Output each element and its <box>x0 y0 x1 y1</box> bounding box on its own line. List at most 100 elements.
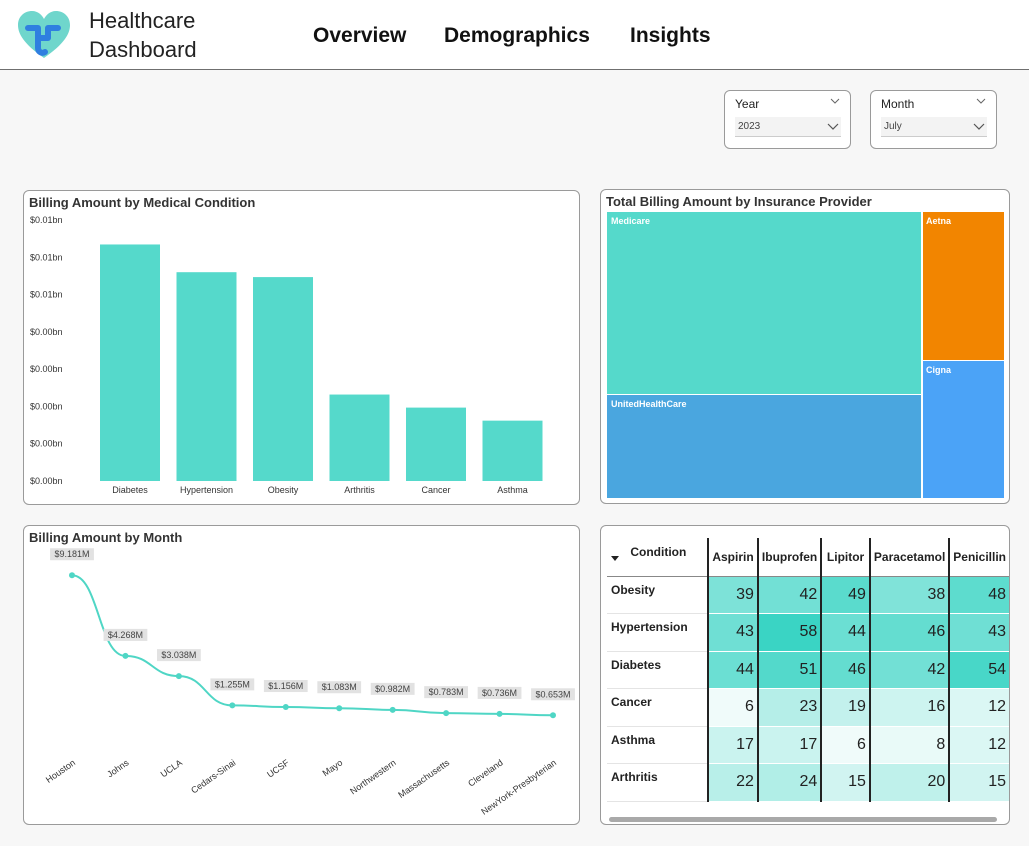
data-label: $3.038M <box>161 650 196 660</box>
tab-insights[interactable]: Insights <box>630 24 711 48</box>
heart-logo-icon <box>18 11 70 58</box>
bar-asthma[interactable] <box>482 420 543 481</box>
x-tick-label: Cleveland <box>466 757 505 788</box>
x-tick-label: Cedars-Sinai <box>189 757 237 795</box>
y-tick-label: $0.00bn <box>30 439 63 449</box>
y-tick-label: $0.00bn <box>30 327 63 337</box>
treemap-aetna[interactable]: Aetna <box>923 212 1004 360</box>
line-point[interactable] <box>69 572 75 579</box>
line-point[interactable] <box>496 710 503 717</box>
matrix-column-header[interactable]: Paracetamol <box>868 538 950 577</box>
matrix-row-label: Asthma <box>607 726 709 764</box>
data-label: $1.156M <box>268 681 303 691</box>
x-tick-label: Asthma <box>497 485 528 495</box>
line-point[interactable] <box>550 712 556 719</box>
matrix-cell[interactable]: 43 <box>707 613 758 652</box>
chevron-down-icon[interactable] <box>830 96 840 106</box>
matrix-cell[interactable]: 46 <box>820 651 870 689</box>
matrix-cell[interactable]: 58 <box>756 613 822 652</box>
matrix-column-header[interactable]: Penicillin <box>948 538 1009 577</box>
line-point[interactable] <box>282 704 289 711</box>
bar-arthritis[interactable] <box>329 394 390 481</box>
matrix-cell[interactable]: 44 <box>820 613 870 652</box>
chevron-down-icon[interactable] <box>973 120 985 132</box>
month-slicer-label: Month <box>881 97 915 111</box>
sort-arrow-icon[interactable] <box>611 548 619 565</box>
line-point[interactable] <box>175 673 182 680</box>
horizontal-scrollbar[interactable] <box>609 817 997 822</box>
matrix-row: Asthma 17 17 6 8 12 <box>607 726 1009 764</box>
chevron-down-icon[interactable] <box>976 96 986 106</box>
matrix-cell[interactable]: 6 <box>820 726 870 764</box>
matrix-column-header[interactable]: Ibuprofen <box>756 538 822 577</box>
line-point[interactable] <box>122 652 129 659</box>
matrix-cell[interactable]: 39 <box>707 576 758 614</box>
matrix-cell[interactable]: 19 <box>820 688 870 727</box>
bar-cancer[interactable] <box>406 407 466 481</box>
data-label: $0.736M <box>482 688 517 698</box>
matrix-cell[interactable]: 17 <box>756 726 822 764</box>
treemap-medicare[interactable]: Medicare <box>607 212 921 394</box>
matrix-cell[interactable]: 23 <box>756 688 822 727</box>
chevron-down-icon[interactable] <box>827 120 839 132</box>
matrix-cell[interactable]: 15 <box>820 763 870 802</box>
matrix-row-label: Arthritis <box>607 763 709 802</box>
x-tick-label: Cancer <box>421 485 450 495</box>
matrix-row-header[interactable]: Condition <box>607 538 709 577</box>
x-tick-label: Houston <box>44 757 77 784</box>
tab-overview[interactable]: Overview <box>313 24 406 48</box>
matrix-cell[interactable]: 46 <box>868 613 950 652</box>
matrix-cell[interactable]: 38 <box>868 576 950 614</box>
matrix-cell[interactable]: 48 <box>948 576 1009 614</box>
data-label: $0.982M <box>375 684 410 694</box>
matrix-row-label: Cancer <box>607 688 709 727</box>
line-point[interactable] <box>443 710 450 717</box>
app-title-line1: Healthcare <box>89 8 196 33</box>
matrix-cell[interactable]: 49 <box>820 576 870 614</box>
matrix-cell[interactable]: 8 <box>868 726 950 764</box>
matrix-cell[interactable]: 51 <box>756 651 822 689</box>
matrix-column-header[interactable]: Lipitor <box>820 538 870 577</box>
bar-obesity[interactable] <box>253 277 313 481</box>
treemap-cigna[interactable]: Cigna <box>923 361 1004 498</box>
matrix-cell[interactable]: 44 <box>707 651 758 689</box>
matrix-cell[interactable]: 43 <box>948 613 1009 652</box>
bar-diabetes[interactable] <box>100 244 160 481</box>
matrix-cell[interactable]: 20 <box>868 763 950 802</box>
billing-by-condition-chart: $0.01bn $0.01bn $0.01bn $0.00bn $0.00bn $0.00… <box>30 215 543 495</box>
matrix-cell[interactable]: 12 <box>948 688 1009 727</box>
year-dropdown[interactable]: 2023 <box>735 117 841 137</box>
matrix-cell[interactable]: 54 <box>948 651 1009 689</box>
month-slicer[interactable]: Month July <box>870 90 997 149</box>
billing-by-month-chart: $9.181M Houston $4.268M Johns $3.038M UCLA $1.… <box>44 548 575 817</box>
treemap-unitedhealthcare[interactable]: UnitedHealthCare <box>607 395 921 498</box>
matrix-cell[interactable]: 6 <box>707 688 758 727</box>
tab-demographics[interactable]: Demographics <box>444 24 590 48</box>
matrix-cell[interactable]: 16 <box>868 688 950 727</box>
y-tick-label: $0.00bn <box>30 476 63 486</box>
matrix-column-header[interactable]: Aspirin <box>707 538 758 577</box>
matrix-cell[interactable]: 42 <box>868 651 950 689</box>
month-dropdown-value: July <box>884 121 902 132</box>
matrix-row-label: Diabetes <box>607 651 709 689</box>
app-title-line2: Dashboard <box>89 37 197 62</box>
billing-by-insurance-title: Total Billing Amount by Insurance Provid… <box>606 194 872 209</box>
matrix-cell[interactable]: 22 <box>707 763 758 802</box>
matrix-cell[interactable]: 42 <box>756 576 822 614</box>
matrix-header-row: Condition Aspirin Ibuprofen Lipitor Paracet… <box>607 538 1009 577</box>
year-slicer-label: Year <box>735 97 760 111</box>
x-tick-label: Diabetes <box>112 485 148 495</box>
bar-hypertension[interactable] <box>176 272 237 481</box>
treemap-label-medicare: Medicare <box>611 216 651 226</box>
matrix-row: Hypertension 43 58 44 46 43 <box>607 613 1009 652</box>
matrix-cell[interactable]: 12 <box>948 726 1009 764</box>
line-point[interactable] <box>389 706 396 713</box>
matrix-cell[interactable]: 15 <box>948 763 1009 802</box>
x-tick-label: Massachusetts <box>396 757 451 800</box>
month-dropdown[interactable]: July <box>881 117 987 137</box>
line-point[interactable] <box>336 705 343 712</box>
line-point[interactable] <box>229 702 236 709</box>
year-slicer[interactable]: Year 2023 <box>724 90 851 149</box>
matrix-cell[interactable]: 17 <box>707 726 758 764</box>
matrix-cell[interactable]: 24 <box>756 763 822 802</box>
